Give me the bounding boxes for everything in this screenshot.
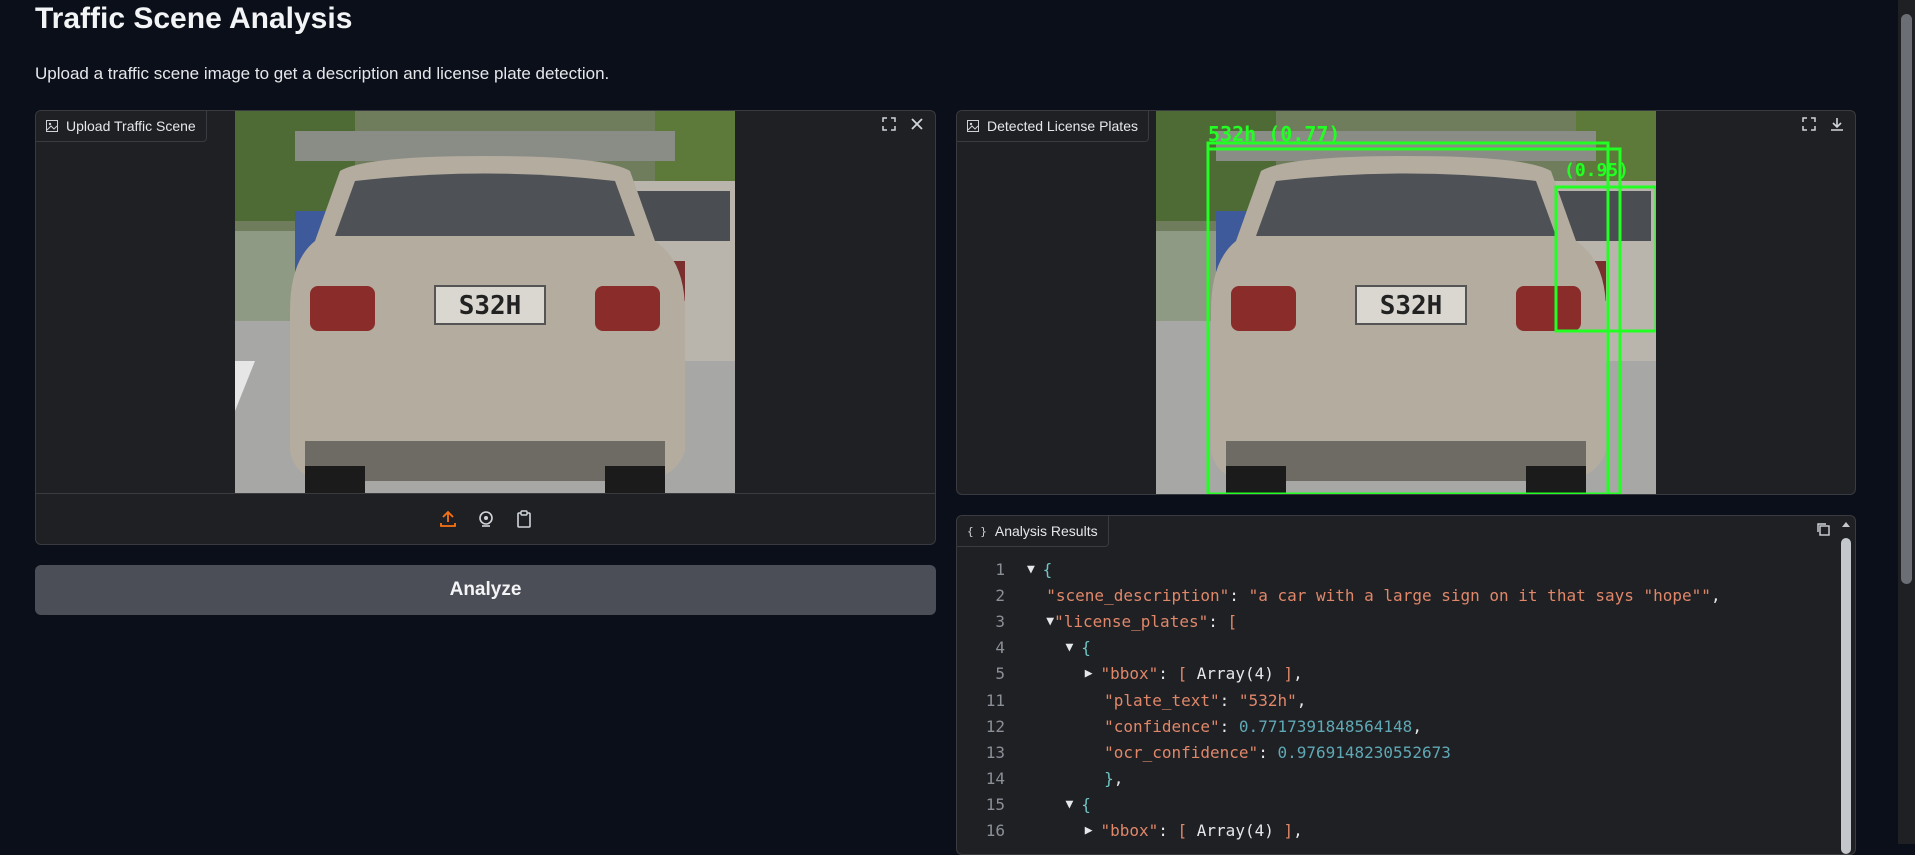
webcam-icon[interactable]	[474, 508, 498, 530]
detection-1-label: 532h (0.77)	[1208, 122, 1340, 146]
scroll-up-icon[interactable]	[1839, 518, 1853, 532]
traffic-scene-image: S32H	[235, 111, 735, 494]
results-scrollbar[interactable]	[1839, 518, 1853, 854]
json-line: 15 ▼ {	[985, 795, 1091, 815]
collapse-toggle-icon[interactable]: ▼	[1066, 797, 1082, 812]
json-line: 5 ▶ "bbox": [ Array(4) ],	[995, 664, 1303, 684]
json-line: 4 ▼ {	[995, 638, 1091, 658]
plate-text: S32H	[459, 291, 522, 321]
close-icon[interactable]	[905, 113, 929, 135]
json-line: 12 "confidence": 0.7717391848564148,	[985, 716, 1422, 736]
image-icon	[967, 120, 979, 132]
image-icon	[46, 120, 58, 132]
page-scroll-thumb[interactable]	[1901, 14, 1912, 584]
collapse-toggle-icon[interactable]: ▼	[1027, 562, 1043, 577]
results-panel-title: Analysis Results	[994, 523, 1098, 539]
copy-icon[interactable]	[1811, 518, 1835, 540]
json-line: 16 ▶ "bbox": [ Array(4) ],	[985, 821, 1303, 841]
json-line: 3 ▼ "license_plates": [	[995, 611, 1238, 631]
page-title: Traffic Scene Analysis	[35, 2, 353, 35]
json-line: 2 "scene_description": "a car with a lar…	[995, 585, 1721, 605]
expand-toggle-icon[interactable]: ▶	[1085, 666, 1101, 681]
json-line: 14 },	[985, 769, 1124, 789]
results-scroll-thumb[interactable]	[1841, 538, 1851, 854]
upload-image-panel[interactable]: Upload Traffic Scene S32H	[35, 110, 936, 545]
upload-panel-title: Upload Traffic Scene	[66, 118, 196, 134]
fullscreen-icon[interactable]	[1797, 113, 1821, 135]
analysis-results-panel: { } Analysis Results 1 ▼ { 2 "scene_descr…	[956, 515, 1856, 855]
plate-text: S32H	[1380, 291, 1443, 321]
detected-panel-label: Detected License Plates	[957, 111, 1149, 142]
page-scrollbar[interactable]	[1898, 0, 1915, 844]
detection-2-label: (0.95)	[1564, 160, 1629, 181]
json-line: 11 "plate_text": "532h",	[985, 690, 1307, 710]
collapse-toggle-icon[interactable]: ▼	[1046, 614, 1054, 629]
json-viewer: 1 ▼ { 2 "scene_description": "a car with …	[957, 556, 1835, 844]
clipboard-icon[interactable]	[512, 508, 536, 530]
image-source-toolbar	[36, 493, 935, 544]
expand-toggle-icon[interactable]: ▶	[1085, 823, 1101, 838]
json-line: 1 ▼ {	[995, 559, 1053, 579]
collapse-toggle-icon[interactable]: ▼	[1066, 640, 1082, 655]
upload-panel-label: Upload Traffic Scene	[36, 111, 207, 142]
results-panel-label: { } Analysis Results	[957, 516, 1109, 547]
upload-icon[interactable]	[436, 508, 460, 530]
json-line: 13 "ocr_confidence": 0.9769148230552673	[985, 742, 1451, 762]
annotated-scene-image: S32H 532h (0.77) (0.95)	[1156, 111, 1656, 494]
detected-panel-title: Detected License Plates	[987, 118, 1138, 134]
page-subtitle: Upload a traffic scene image to get a de…	[35, 64, 610, 83]
json-icon: { }	[967, 524, 987, 538]
fullscreen-icon[interactable]	[877, 113, 901, 135]
detected-plates-panel: Detected License Plates S32H 532h (0.77)…	[956, 110, 1856, 495]
download-icon[interactable]	[1825, 113, 1849, 135]
analyze-button[interactable]: Analyze	[35, 565, 936, 615]
